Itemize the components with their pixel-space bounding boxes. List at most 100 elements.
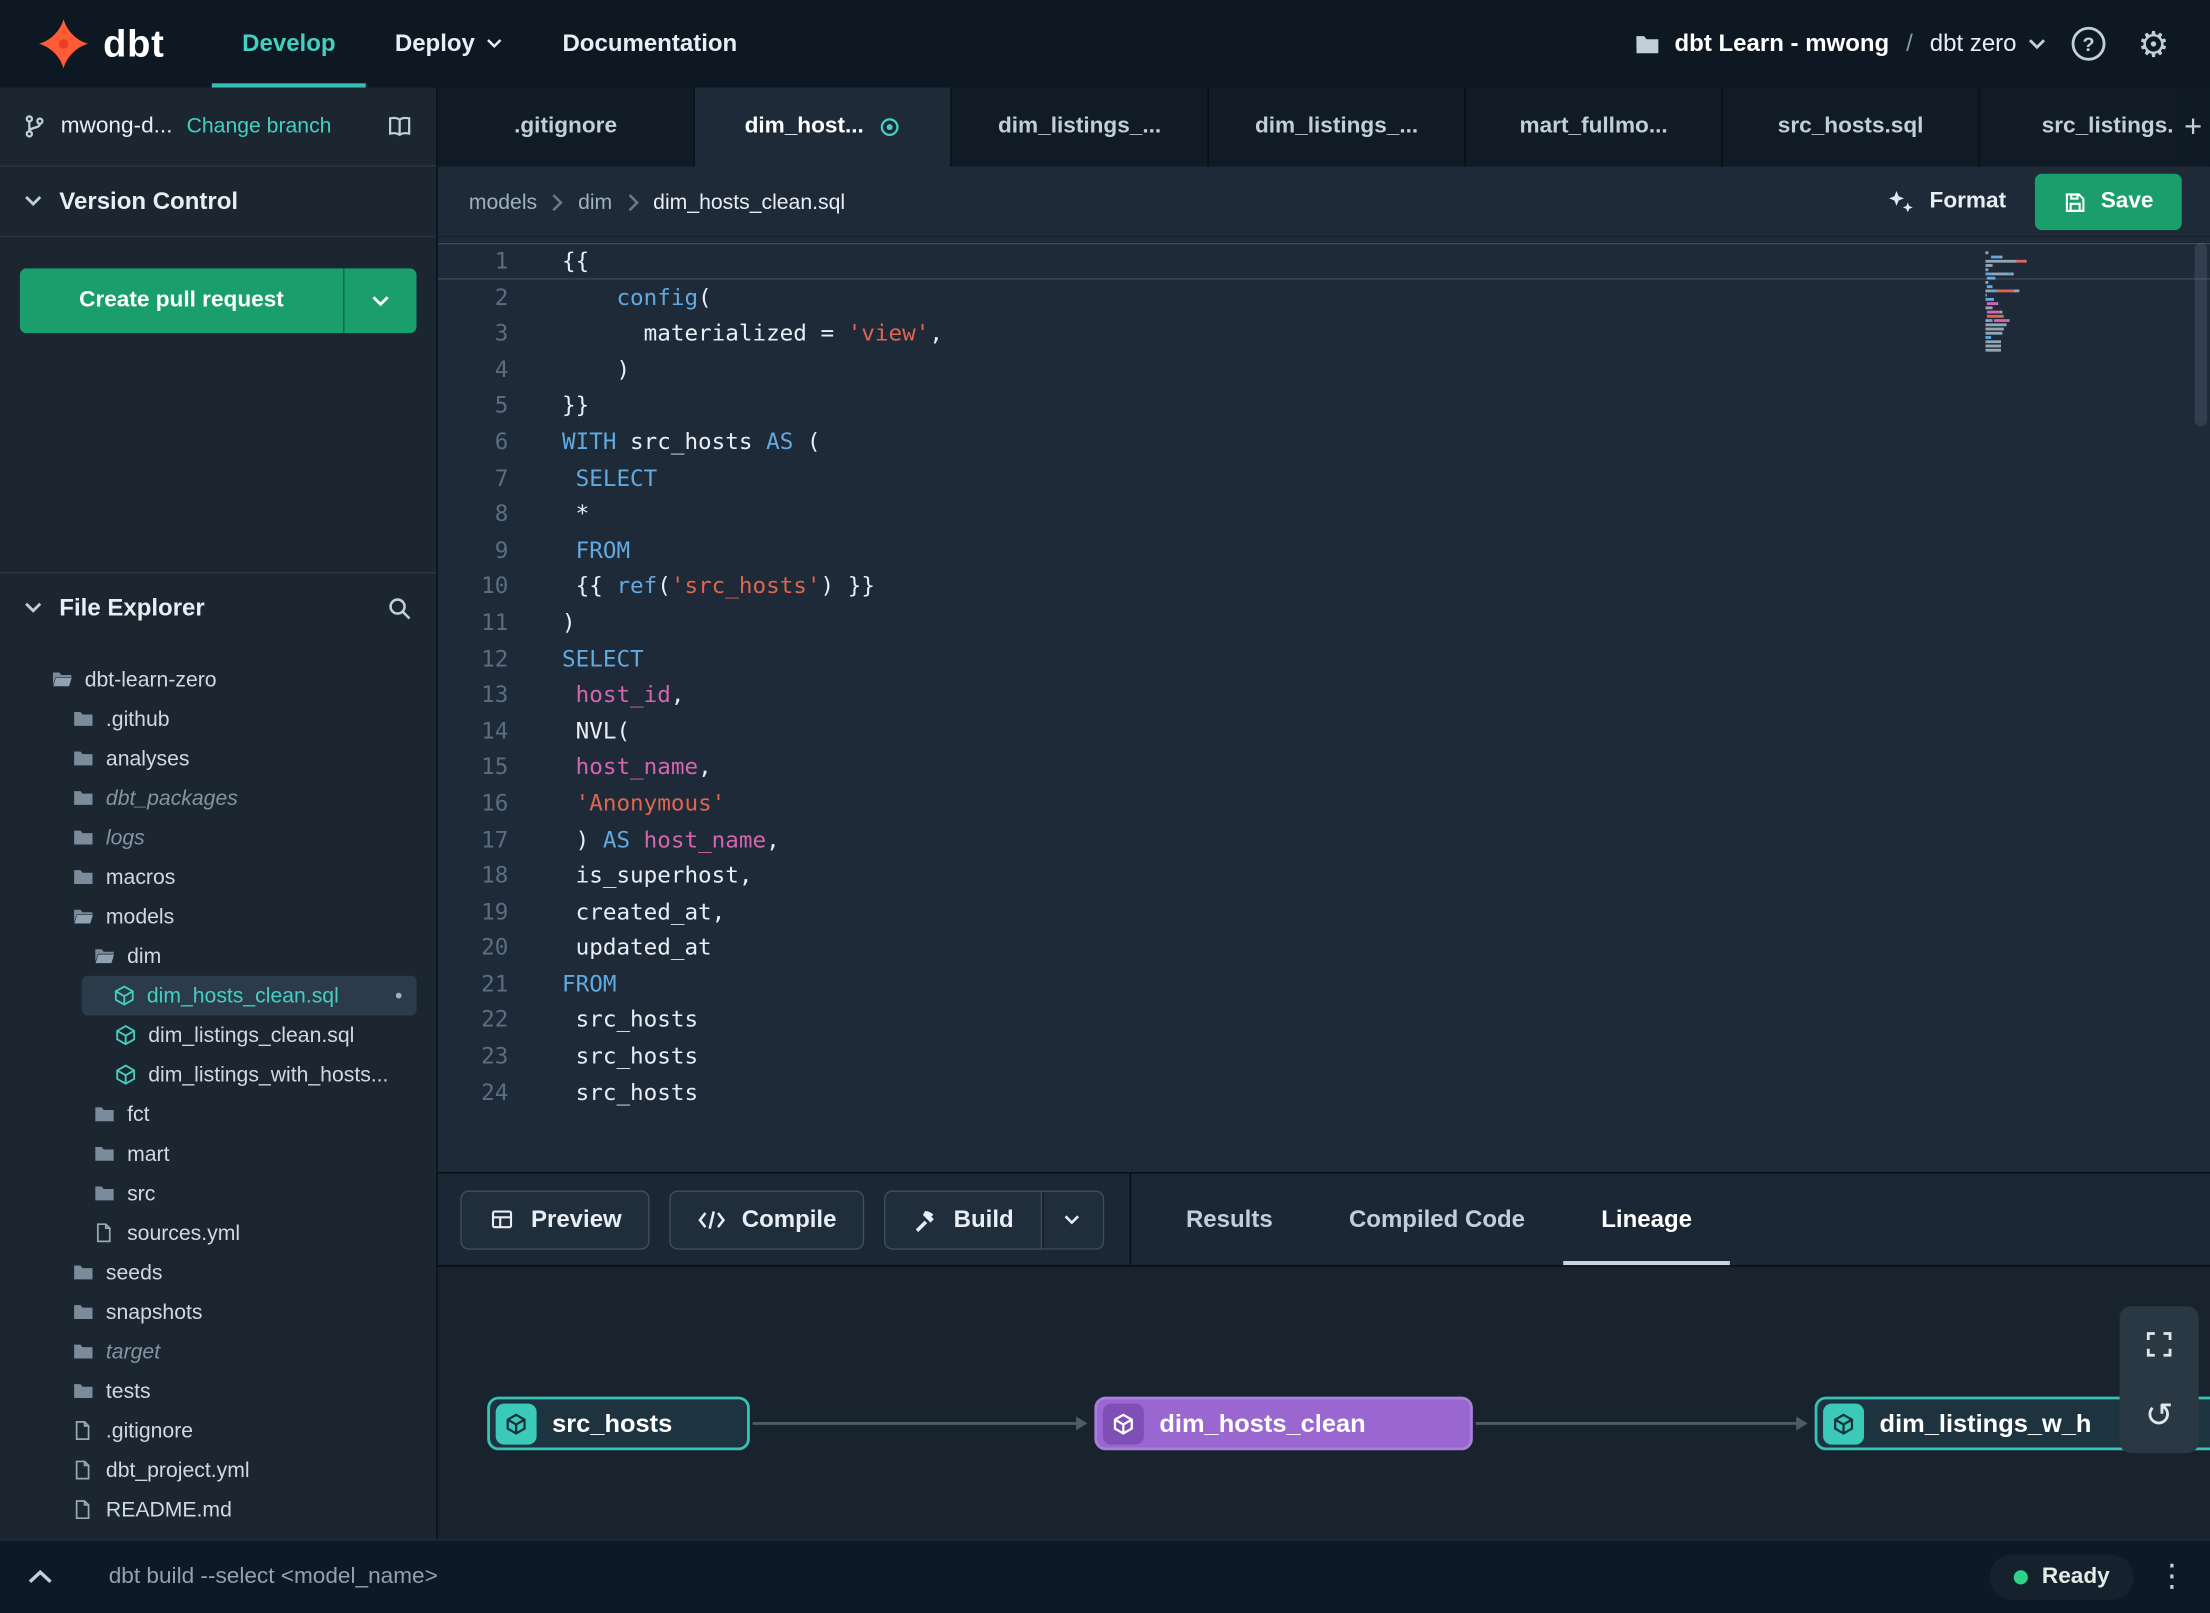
code-line-11[interactable]: 11) [438,604,2210,640]
version-control-header[interactable]: Version Control [0,167,437,238]
line-content: * [508,496,590,532]
tab-src-hosts-sql[interactable]: src_hosts.sql [1722,87,1980,167]
code-line-16[interactable]: 16 'Anonymous' [438,785,2210,821]
code-token: config [616,283,699,311]
code-line-19[interactable]: 19 created_at, [438,893,2210,929]
code-token: ) }} [820,572,875,600]
code-line-21[interactable]: 21 FROM [438,966,2210,1002]
code-line-24[interactable]: 24 src_hosts [438,1074,2210,1110]
command-input[interactable]: dbt build --select <model_name> [109,1564,438,1589]
nav-item-documentation[interactable]: Documentation [533,0,767,88]
tree-item-dbt-packages[interactable]: dbt_packages [0,778,436,818]
tree-item-fct[interactable]: fct [0,1094,436,1134]
code-line-15[interactable]: 15 host_name, [438,749,2210,785]
code-line-14[interactable]: 14 NVL( [438,713,2210,749]
preview-button[interactable]: Preview [460,1189,650,1250]
tree-item-snapshots[interactable]: snapshots [0,1292,436,1332]
code-line-17[interactable]: 17 ) AS host_name, [438,821,2210,857]
fullscreen-button[interactable] [2135,1320,2183,1368]
create-pr-caret-button[interactable] [343,268,417,334]
tree-item-dim-listings-clean-sql[interactable]: dim_listings_clean.sql [0,1015,436,1055]
breadcrumb-item-models[interactable]: models [469,190,537,214]
code-line-13[interactable]: 13 host_id, [438,677,2210,713]
tree-item-seeds[interactable]: seeds [0,1253,436,1293]
breadcrumb-item-dim[interactable]: dim [578,190,612,214]
nav-item-develop[interactable]: Develop [212,0,366,88]
lineage-node-src-hosts[interactable]: src_hosts [487,1396,750,1451]
tree-item-dim[interactable]: dim [0,936,436,976]
environment-selector[interactable]: dbt zero [1930,30,2046,58]
status-text: Ready [2041,1563,2110,1588]
tree-item-dim-listings-with-hosts[interactable]: dim_listings_with_hosts... [0,1055,436,1095]
lineage-node-dim-hosts-clean[interactable]: dim_hosts_clean [1094,1396,1473,1451]
tree-item-gitignore[interactable]: .gitignore [0,1411,436,1451]
change-branch-link[interactable]: Change branch [187,114,332,138]
code-line-12[interactable]: 12 SELECT [438,640,2210,676]
code-line-18[interactable]: 18 is_superhost, [438,857,2210,893]
tree-item-models[interactable]: models [0,897,436,937]
file-explorer-header[interactable]: File Explorer [0,571,437,643]
tree-item-mart[interactable]: mart [0,1134,436,1174]
panel-tab-lineage[interactable]: Lineage [1563,1173,1730,1265]
reset-view-button[interactable]: ↺ [2135,1391,2183,1439]
project-selector[interactable]: dbt Learn - mwong / dbt zero [1634,30,2047,58]
compile-button[interactable]: Compile [669,1189,865,1250]
create-pr-button[interactable]: Create pull request [19,268,344,334]
format-button[interactable]: Format [1887,188,2006,216]
code-line-22[interactable]: 22 src_hosts [438,1002,2210,1038]
save-button[interactable]: Save [2034,173,2182,231]
code-line-23[interactable]: 23 src_hosts [438,1038,2210,1074]
code-line-2[interactable]: 2 config( [438,279,2210,315]
settings-button[interactable]: ⚙ [2131,21,2176,66]
tree-item-logs[interactable]: logs [0,818,436,858]
tree-item-analyses[interactable]: analyses [0,739,436,779]
kebab-menu-icon[interactable]: ⋮ [2156,1560,2187,1592]
dbt-logo[interactable]: dbt [37,17,165,71]
code-editor[interactable]: 1{{2 config(3 materialized = 'view', 4 ) 5… [437,237,2210,1173]
book-icon[interactable] [386,114,414,139]
new-tab-button[interactable]: + [2176,87,2210,167]
tab-dim-listings[interactable]: dim_listings_... [1208,87,1466,167]
tree-item-tests[interactable]: tests [0,1371,436,1411]
code-line-9[interactable]: 9 FROM [438,532,2210,568]
code-line-5[interactable]: 5}} [438,387,2210,423]
tree-item-macros[interactable]: macros [0,857,436,897]
build-button[interactable]: Build [884,1189,1042,1250]
build-options-button[interactable] [1041,1189,1105,1250]
editor-scrollbar[interactable] [2194,242,2208,427]
tree-item-dbt-project-yml[interactable]: dbt_project.yml [0,1450,436,1490]
tree-item-github[interactable]: .github [0,699,436,739]
code-line-8[interactable]: 8 * [438,496,2210,532]
code-line-3[interactable]: 3 materialized = 'view', [438,315,2210,351]
tree-item-src[interactable]: src [0,1173,436,1213]
model-icon [114,1063,137,1086]
code-line-10[interactable]: 10 {{ ref('src_hosts') }} [438,568,2210,604]
tree-item-sources-yml[interactable]: sources.yml [0,1213,436,1253]
search-icon[interactable] [387,595,412,620]
chevron-up-icon[interactable] [20,1569,52,1585]
nav-item-deploy[interactable]: Deploy [365,0,533,88]
tree-item-dbt-learn-zero[interactable]: dbt-learn-zero [0,659,436,699]
panel-tab-compiled-code[interactable]: Compiled Code [1311,1173,1563,1265]
tab-gitignore[interactable]: .gitignore [437,87,695,167]
code-line-6[interactable]: 6 WITH src_hosts AS ( [438,424,2210,460]
code-line-1[interactable]: 1 {{ [438,243,2210,279]
code-line-4[interactable]: 4 ) [438,351,2210,387]
help-button[interactable]: ? [2066,21,2111,66]
panel-tab-results[interactable]: Results [1148,1173,1311,1265]
line-content: src_hosts [508,1038,698,1074]
tree-item-readme-md[interactable]: README.md [0,1490,436,1530]
tree-item-target[interactable]: target [0,1332,436,1372]
code-token: ) [562,825,603,853]
code-line-20[interactable]: 20 updated_at [438,930,2210,966]
line-number: 15 [481,753,509,780]
tab-dim-listings[interactable]: dim_listings_... [951,87,1209,167]
minimap[interactable] [1985,251,2044,353]
command-bar: dbt build --select <model_name> Ready ⋮ [0,1539,2210,1613]
tab-mart-fullmo[interactable]: mart_fullmo... [1465,87,1723,167]
breadcrumb-item-dim-hosts-clean-sql[interactable]: dim_hosts_clean.sql [653,190,845,214]
code-line-7[interactable]: 7 SELECT [438,460,2210,496]
chevron-right-icon [551,193,564,211]
tab-dim-host[interactable]: dim_host... [694,87,952,167]
tree-item-dim-hosts-clean-sql[interactable]: dim_hosts_clean.sql • [81,975,417,1016]
